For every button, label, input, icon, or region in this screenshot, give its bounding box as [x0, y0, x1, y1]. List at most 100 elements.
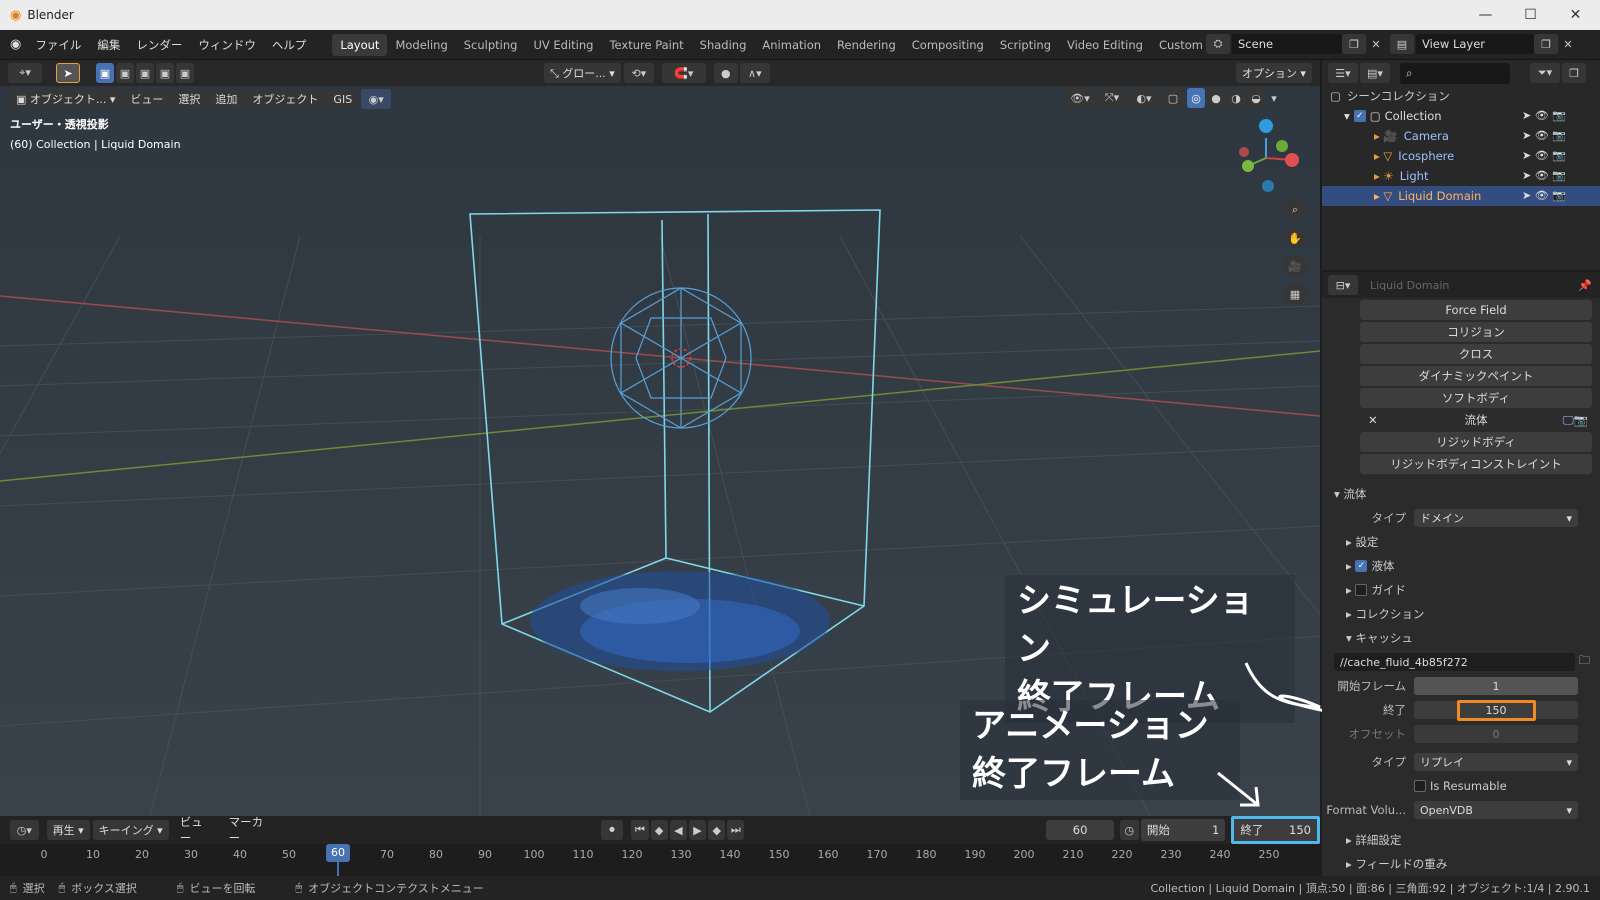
- force-field-button[interactable]: Force Field: [1360, 300, 1592, 320]
- editor-type-icon[interactable]: ⌖▾: [8, 63, 42, 83]
- overlay-icon[interactable]: ◐▾: [1129, 88, 1159, 108]
- timeline-view-menu[interactable]: ビュー: [172, 814, 221, 846]
- outliner-editor-icon[interactable]: ☰▾: [1328, 63, 1358, 83]
- visibility-icon[interactable]: 👁▾: [1065, 88, 1095, 108]
- field-weights-subpanel[interactable]: ▸ フィールドの重み: [1322, 852, 1600, 876]
- liquid-subpanel[interactable]: ▸ ✓ 液体: [1322, 554, 1600, 578]
- gis-icon[interactable]: ◉▾: [361, 89, 392, 109]
- tab-sculpting[interactable]: Sculpting: [456, 34, 526, 56]
- select-eye-render-icons[interactable]: ➤ 👁 📷: [1522, 106, 1566, 126]
- cache-path-input[interactable]: //cache_fluid_4b85f272: [1334, 653, 1575, 671]
- timeline-ruler[interactable]: 0 10 20 30 40 50 60 70 80 90 100 110 120 130 140 150 160…: [0, 844, 1320, 876]
- falloff-icon[interactable]: ∧▾: [739, 63, 770, 83]
- soft-body-button[interactable]: ソフトボディ: [1360, 388, 1592, 408]
- maximize-icon[interactable]: ☐: [1508, 0, 1553, 30]
- tab-texture-paint[interactable]: Texture Paint: [601, 34, 691, 56]
- record-icon[interactable]: ⏺: [600, 820, 624, 840]
- properties-editor-icon[interactable]: ⊟▾: [1328, 275, 1358, 295]
- play-reverse-icon[interactable]: ◀: [669, 820, 687, 840]
- select-mode-extend-icon[interactable]: ▣: [116, 63, 134, 83]
- select-eye-render-icons[interactable]: ➤ 👁 📷: [1522, 166, 1566, 186]
- cache-start-frame-input[interactable]: 1: [1414, 677, 1578, 695]
- tab-modeling[interactable]: Modeling: [387, 34, 455, 56]
- collections-subpanel[interactable]: ▸ コレクション: [1322, 602, 1600, 626]
- new-view-layer-icon[interactable]: ❐: [1534, 34, 1558, 54]
- viewport-object-menu[interactable]: オブジェクト: [246, 89, 325, 109]
- select-mode-new-icon[interactable]: ▣: [96, 63, 114, 83]
- viewport-gis-menu[interactable]: GIS: [327, 90, 359, 108]
- select-eye-render-icons[interactable]: ➤ 👁 📷: [1522, 186, 1566, 206]
- snap-icon[interactable]: 🧲▾: [661, 63, 706, 83]
- select-mode-subtract-icon[interactable]: ▣: [136, 63, 154, 83]
- view-layer-icon[interactable]: ▤: [1390, 34, 1414, 54]
- material-shading-icon[interactable]: ◑: [1227, 88, 1245, 108]
- current-frame-input[interactable]: 60: [1046, 820, 1114, 840]
- tab-compositing[interactable]: Compositing: [904, 34, 992, 56]
- format-dropdown[interactable]: OpenVDB ▾: [1414, 801, 1578, 819]
- keying-menu[interactable]: キーイング ▾: [92, 820, 169, 840]
- timeline-marker-menu[interactable]: マーカー: [221, 814, 281, 846]
- start-frame-input[interactable]: 開始 1: [1140, 819, 1226, 841]
- end-frame-input[interactable]: 終了 150: [1231, 816, 1320, 844]
- tab-rendering[interactable]: Rendering: [829, 34, 904, 56]
- collection-checkbox[interactable]: ✓: [1353, 110, 1366, 122]
- menu-render[interactable]: レンダー: [128, 37, 190, 53]
- tab-shading[interactable]: Shading: [692, 34, 755, 56]
- fluid-button[interactable]: ✕ 流体 🖵📷: [1360, 410, 1592, 430]
- ortho-grid-icon[interactable]: ▦: [1283, 284, 1307, 304]
- blender-menu-icon[interactable]: ◉: [10, 37, 21, 52]
- minimize-icon[interactable]: —: [1463, 0, 1508, 30]
- rendered-shading-icon[interactable]: ◒: [1247, 88, 1265, 108]
- menu-file[interactable]: ファイル: [27, 37, 89, 53]
- view-layer-field[interactable]: View Layer: [1416, 34, 1534, 54]
- playback-menu[interactable]: 再生 ▾: [46, 820, 90, 840]
- navigation-gizmo[interactable]: [1239, 119, 1299, 192]
- fluid-panel-header[interactable]: ▾ 流体: [1322, 482, 1600, 506]
- new-collection-icon[interactable]: ❐: [1562, 63, 1586, 83]
- tab-video-editing[interactable]: Video Editing: [1059, 34, 1151, 56]
- rigid-body-button[interactable]: リジッドボディ: [1360, 432, 1592, 452]
- collapse-icon[interactable]: ▾: [1344, 109, 1350, 123]
- collision-button[interactable]: コリジョン: [1360, 322, 1592, 342]
- remove-x-icon[interactable]: ✕: [1368, 413, 1378, 427]
- cache-type-dropdown[interactable]: リプレイ ▾: [1414, 753, 1578, 771]
- guide-subpanel[interactable]: ▸ ガイド: [1322, 578, 1600, 602]
- outliner-search-input[interactable]: ⌕: [1400, 62, 1510, 84]
- transform-orientation-dropdown[interactable]: ⤡ グロー... ▾: [544, 63, 621, 83]
- select-eye-render-icons[interactable]: ➤ 👁 📷: [1522, 126, 1566, 146]
- menu-edit[interactable]: 編集: [89, 37, 128, 53]
- mode-dropdown[interactable]: ▣ オブジェクト... ▾: [10, 89, 122, 109]
- play-icon[interactable]: ▶: [688, 820, 707, 840]
- jump-end-icon[interactable]: ⏭: [727, 820, 745, 840]
- cloth-button[interactable]: クロス: [1360, 344, 1592, 364]
- jump-start-icon[interactable]: ⏮: [631, 820, 649, 840]
- resumable-checkbox[interactable]: [1414, 780, 1426, 792]
- xray-icon[interactable]: ▢: [1161, 88, 1185, 108]
- outliner-scene-collection[interactable]: ▢ シーンコレクション: [1322, 86, 1600, 106]
- display-mode-icon[interactable]: ▤▾: [1360, 63, 1390, 83]
- zoom-icon[interactable]: ⌕: [1283, 200, 1307, 220]
- playhead[interactable]: 60: [326, 844, 350, 862]
- pivot-icon[interactable]: ⟲▾: [623, 63, 654, 83]
- prev-keyframe-icon[interactable]: ◆: [650, 820, 668, 840]
- guide-checkbox[interactable]: [1355, 584, 1368, 596]
- folder-icon[interactable]: 🗀: [1579, 653, 1591, 672]
- dynamic-paint-button[interactable]: ダイナミックペイント: [1360, 366, 1592, 386]
- resumable-row[interactable]: Is Resumable: [1322, 774, 1600, 798]
- options-dropdown[interactable]: オプション ▾: [1235, 63, 1312, 83]
- solid-shading-icon[interactable]: ●: [1207, 88, 1225, 108]
- settings-subpanel[interactable]: ▸ 設定: [1322, 530, 1600, 554]
- filter-icon[interactable]: ⏷▾: [1530, 63, 1560, 83]
- cache-end-frame-input[interactable]: 150: [1414, 699, 1578, 721]
- gizmo-icon[interactable]: ⤧▾: [1097, 88, 1127, 108]
- next-keyframe-icon[interactable]: ◆: [708, 820, 726, 840]
- menu-window[interactable]: ウィンドウ: [190, 37, 264, 53]
- cache-offset-input[interactable]: 0: [1414, 725, 1578, 743]
- tab-animation[interactable]: Animation: [754, 34, 829, 56]
- viewport-select-menu[interactable]: 選択: [172, 89, 207, 109]
- shading-options-icon[interactable]: ▾: [1267, 88, 1281, 108]
- pin-icon[interactable]: 📌: [1578, 279, 1592, 292]
- delete-view-layer-icon[interactable]: ✕: [1560, 34, 1576, 54]
- select-eye-render-icons[interactable]: ➤ 👁 📷: [1522, 146, 1566, 166]
- viewport-view-menu[interactable]: ビュー: [124, 89, 170, 109]
